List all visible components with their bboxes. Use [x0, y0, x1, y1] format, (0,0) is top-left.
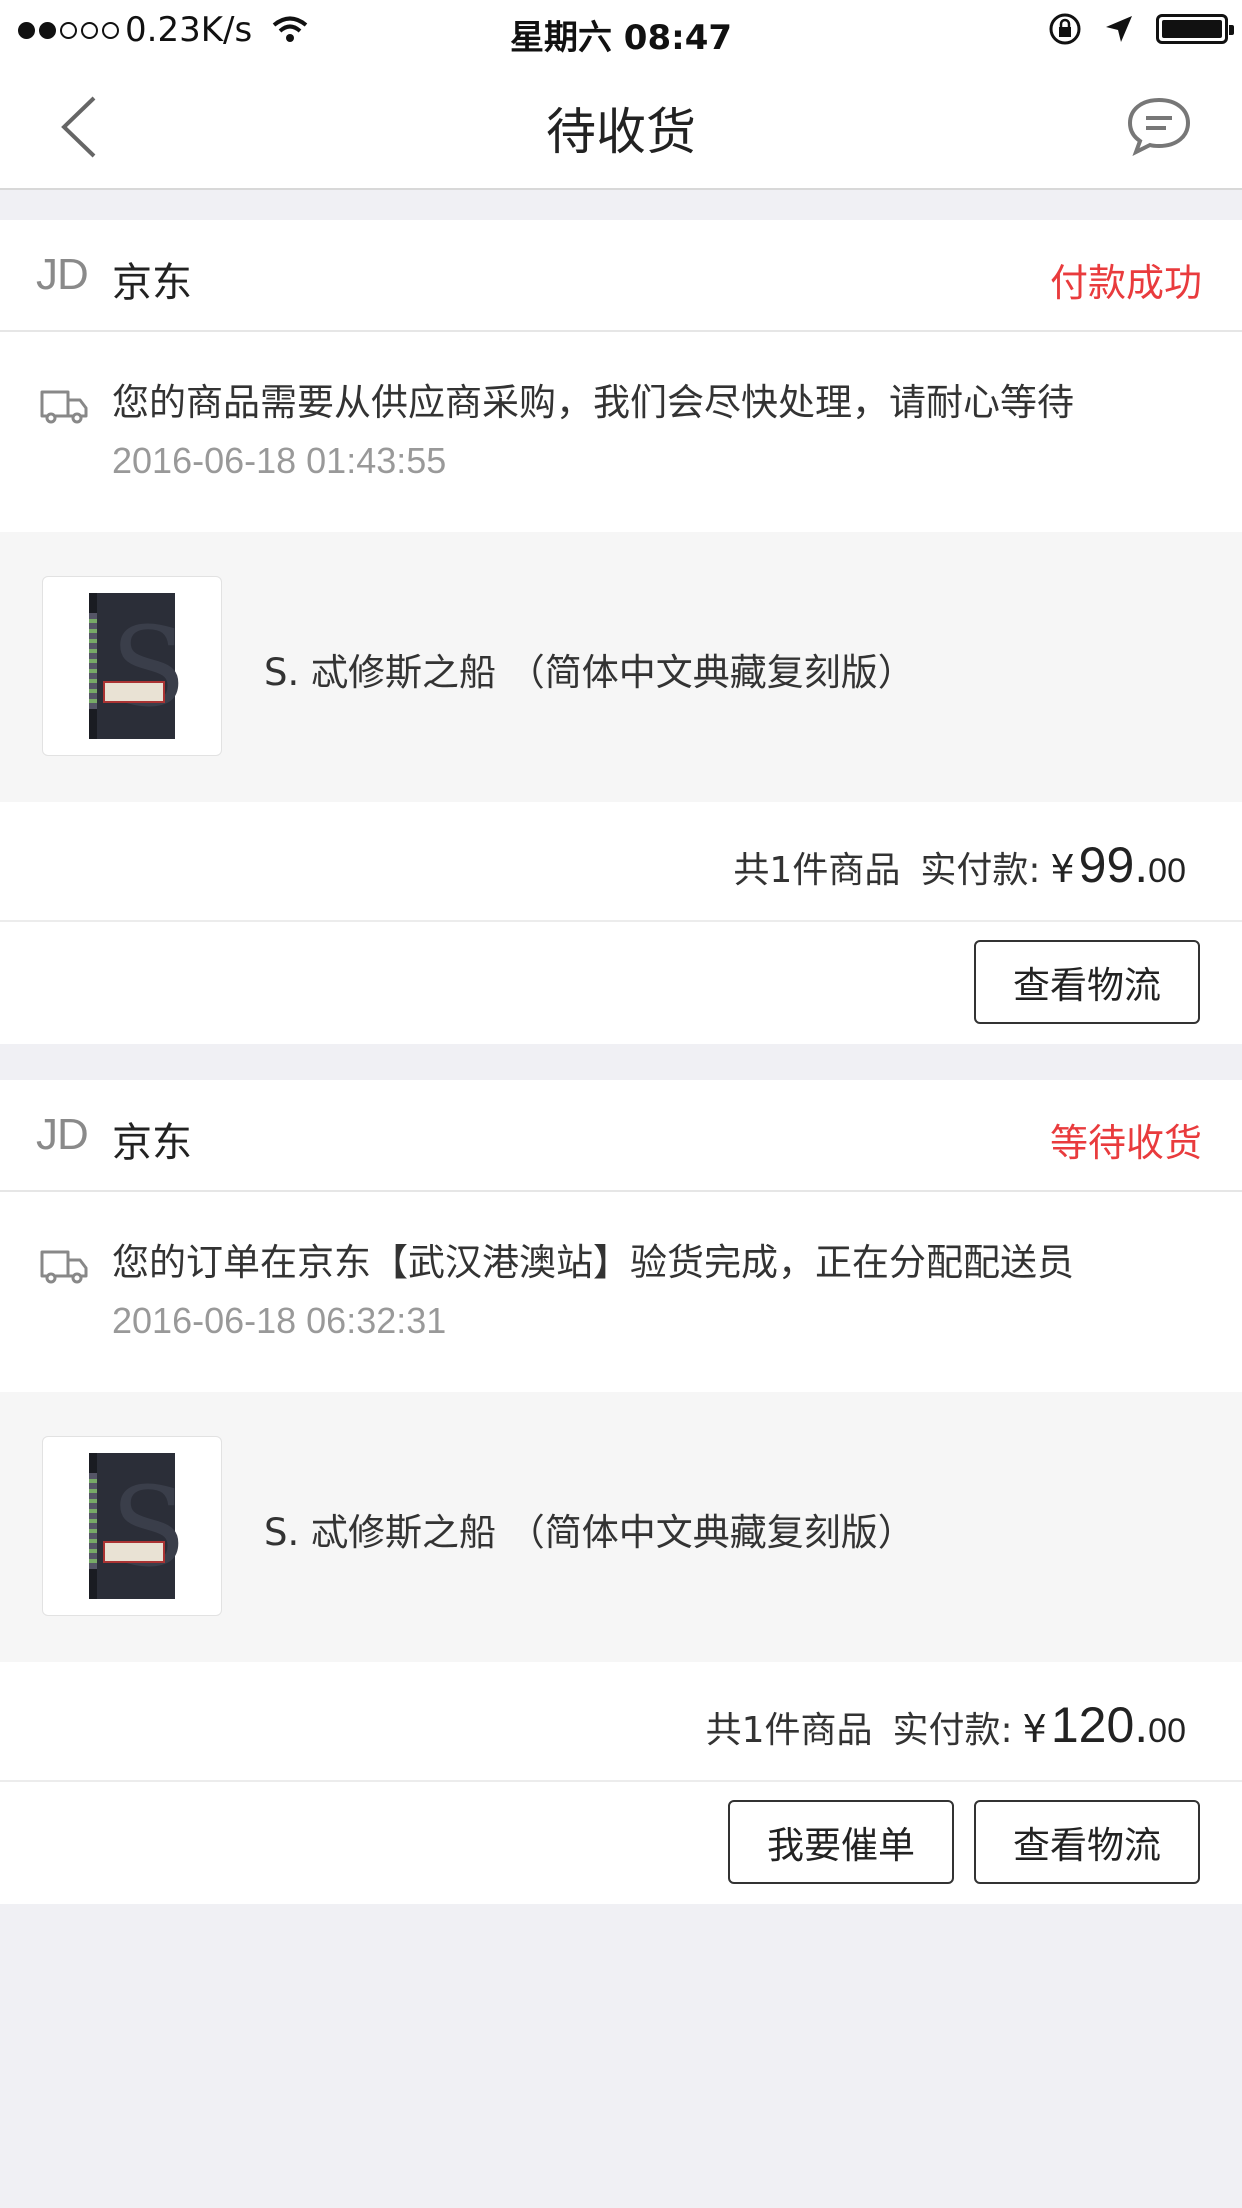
- order-status: 等待收货: [1049, 1121, 1202, 1165]
- battery-icon: [1156, 14, 1234, 44]
- tracking-info[interactable]: 您的订单在京东【武汉港澳站】验货完成，正在分配配送员 2016-06-18 06…: [0, 1192, 1242, 1392]
- shop-header[interactable]: JD 京东 等待收货: [0, 1080, 1242, 1192]
- tracking-message: 您的订单在京东【武汉港澳站】验货完成，正在分配配送员: [112, 1241, 1074, 1284]
- item-count: 共1件商品: [733, 850, 901, 891]
- order-card[interactable]: JD 京东 等待收货 您的订单在京东【武汉港澳站】验货完成，正在分配配送员 20…: [0, 1080, 1242, 1904]
- truck-icon: [40, 390, 88, 424]
- paid-amount: ¥ 120. 00: [1023, 1696, 1186, 1754]
- book-cover-icon: S: [89, 593, 186, 739]
- order-total: 共1件商品 实付款: ¥ 99. 00: [0, 802, 1242, 922]
- paid-label: 实付款:: [892, 1710, 1013, 1751]
- status-bar: 0.23K/s 星期六 08:47: [0, 0, 1242, 62]
- tracking-message: 您的商品需要从供应商采购，我们会尽快处理，请耐心等待: [112, 381, 1074, 424]
- page-title: 待收货: [546, 103, 696, 161]
- tracking-time: 2016-06-18 06:32:31: [112, 1300, 447, 1341]
- shop-name: 京东: [112, 1120, 192, 1166]
- message-button[interactable]: [1126, 96, 1192, 156]
- product-image[interactable]: S: [42, 1436, 222, 1616]
- order-actions: 我要催单 查看物流: [0, 1782, 1242, 1902]
- item-count: 共1件商品: [705, 1710, 873, 1751]
- product-name: S. 忒修斯之船 （简体中文典藏复刻版）: [264, 651, 915, 694]
- tracking-info[interactable]: 您的商品需要从供应商采购，我们会尽快处理，请耐心等待 2016-06-18 01…: [0, 332, 1242, 532]
- currency-symbol: ¥: [1050, 847, 1075, 891]
- price-integer: 120.: [1050, 1697, 1149, 1753]
- paid-label: 实付款:: [920, 850, 1041, 891]
- jd-logo-icon: JD: [36, 250, 89, 299]
- urge-order-button[interactable]: 我要催单: [728, 1800, 954, 1884]
- product-image[interactable]: S: [42, 576, 222, 756]
- product-row[interactable]: S S. 忒修斯之船 （简体中文典藏复刻版）: [0, 532, 1242, 802]
- shop-name: 京东: [112, 260, 192, 306]
- product-row[interactable]: S S. 忒修斯之船 （简体中文典藏复刻版）: [0, 1392, 1242, 1662]
- currency-symbol: ¥: [1022, 1707, 1047, 1751]
- price-decimal: 00: [1148, 1712, 1186, 1750]
- view-logistics-button[interactable]: 查看物流: [974, 1800, 1200, 1884]
- view-logistics-button[interactable]: 查看物流: [974, 940, 1200, 1024]
- paid-amount: ¥ 99. 00: [1050, 836, 1186, 894]
- tracking-time: 2016-06-18 01:43:55: [112, 440, 447, 481]
- order-total: 共1件商品 实付款: ¥ 120. 00: [0, 1662, 1242, 1782]
- order-actions: 查看物流: [0, 922, 1242, 1042]
- order-status: 付款成功: [1049, 261, 1202, 305]
- price-decimal: 00: [1148, 852, 1186, 890]
- nav-bar: 待收货: [0, 62, 1242, 190]
- shop-header[interactable]: JD 京东 付款成功: [0, 220, 1242, 332]
- jd-logo-icon: JD: [36, 1110, 89, 1159]
- orientation-lock-icon: [1049, 13, 1081, 45]
- location-arrow-icon: [1106, 16, 1132, 42]
- price-integer: 99.: [1078, 837, 1149, 893]
- truck-icon: [40, 1250, 88, 1284]
- book-cover-icon: S: [89, 1453, 186, 1599]
- status-right: [1048, 12, 1234, 46]
- order-card[interactable]: JD 京东 付款成功 您的商品需要从供应商采购，我们会尽快处理，请耐心等待 20…: [0, 220, 1242, 1044]
- product-name: S. 忒修斯之船 （简体中文典藏复刻版）: [264, 1511, 915, 1554]
